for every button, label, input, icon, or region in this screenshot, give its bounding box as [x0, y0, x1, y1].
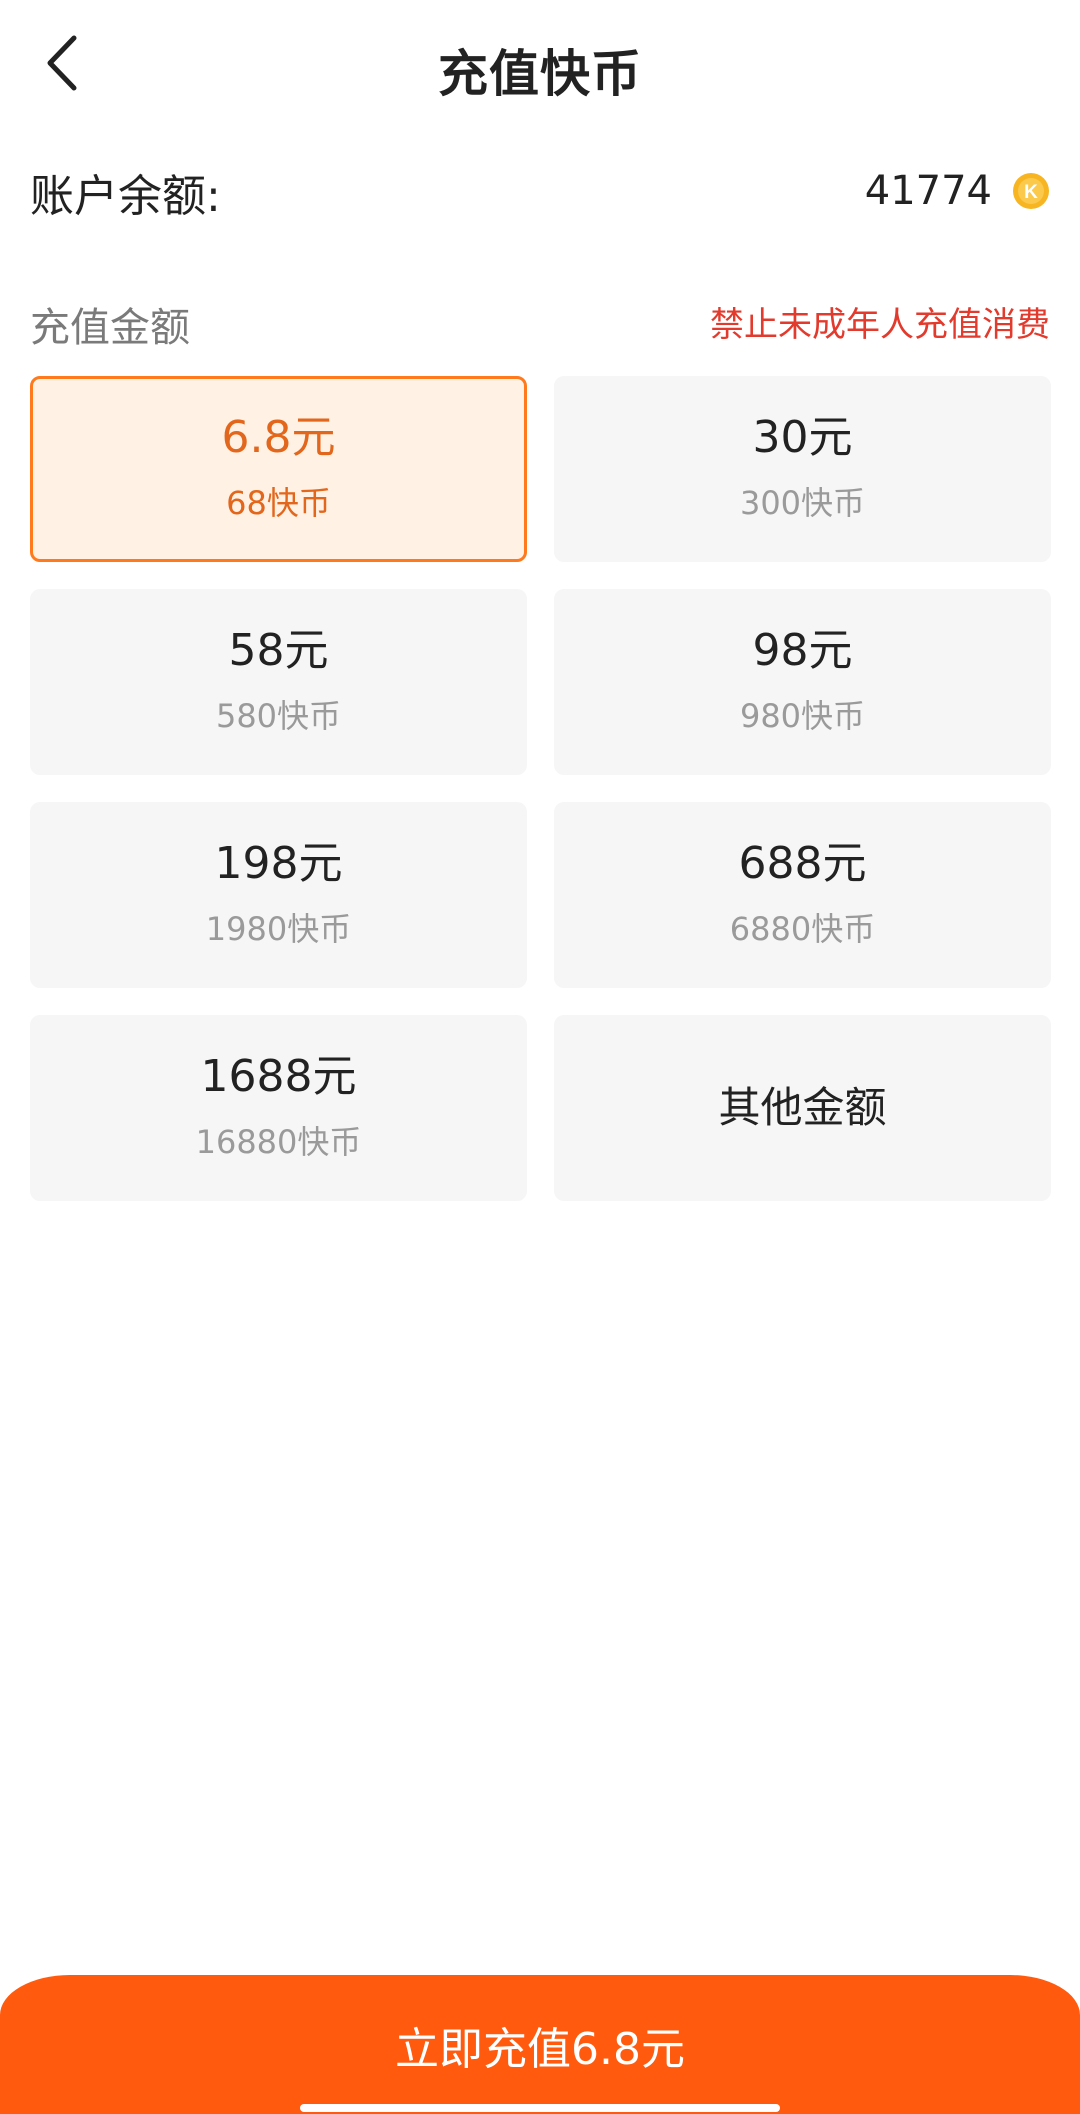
- option-price: 6.8元: [221, 411, 336, 463]
- top-bar: 充值快币: [0, 0, 1080, 130]
- recharge-option-6-8[interactable]: 6.8元 68快币: [30, 376, 527, 562]
- recharge-option-98[interactable]: 98元 980快币: [554, 589, 1051, 775]
- recharge-options-grid: 6.8元 68快币 30元 300快币 58元 580快币 98元 980快币 …: [30, 376, 1055, 1201]
- page-title: 充值快币: [438, 45, 642, 103]
- svg-text:K: K: [1024, 182, 1038, 203]
- option-coins: 300快币: [739, 484, 866, 523]
- balance-display: 41774 K: [865, 168, 1050, 214]
- k-coin-icon: K: [1013, 173, 1049, 209]
- balance-label: 账户余额:: [30, 171, 221, 222]
- other-amount-label: 其他金额: [718, 1082, 887, 1132]
- option-coins: 68快币: [226, 484, 331, 523]
- option-price: 688元: [738, 837, 867, 889]
- recharge-amount-label: 充值金额: [30, 305, 190, 351]
- option-price: 198元: [214, 837, 343, 889]
- recharge-now-label: 立即充值6.8元: [395, 2024, 685, 2075]
- balance-row: 账户余额: 41774 K: [30, 150, 1050, 230]
- minor-warning-text: 禁止未成年人充值消费: [710, 305, 1050, 345]
- home-indicator: [300, 2104, 780, 2112]
- option-coins: 6880快币: [729, 910, 876, 949]
- recharge-option-1688[interactable]: 1688元 16880快币: [30, 1015, 527, 1201]
- recharge-now-button[interactable]: 立即充值6.8元: [0, 1975, 1080, 2114]
- recharge-option-198[interactable]: 198元 1980快币: [30, 802, 527, 988]
- recharge-option-688[interactable]: 688元 6880快币: [554, 802, 1051, 988]
- recharge-option-30[interactable]: 30元 300快币: [554, 376, 1051, 562]
- recharge-section-header: 充值金额 禁止未成年人充值消费: [30, 295, 1050, 355]
- balance-value: 41774: [864, 168, 992, 214]
- option-price: 30元: [752, 411, 853, 463]
- option-coins: 580快币: [215, 697, 342, 736]
- option-coins: 980快币: [739, 697, 866, 736]
- recharge-option-58[interactable]: 58元 580快币: [30, 589, 527, 775]
- option-price: 98元: [752, 624, 853, 676]
- option-coins: 16880快币: [195, 1123, 362, 1162]
- option-price: 1688元: [200, 1050, 357, 1102]
- recharge-option-other-amount[interactable]: 其他金额: [554, 1015, 1051, 1201]
- option-price: 58元: [228, 624, 329, 676]
- option-coins: 1980快币: [205, 910, 352, 949]
